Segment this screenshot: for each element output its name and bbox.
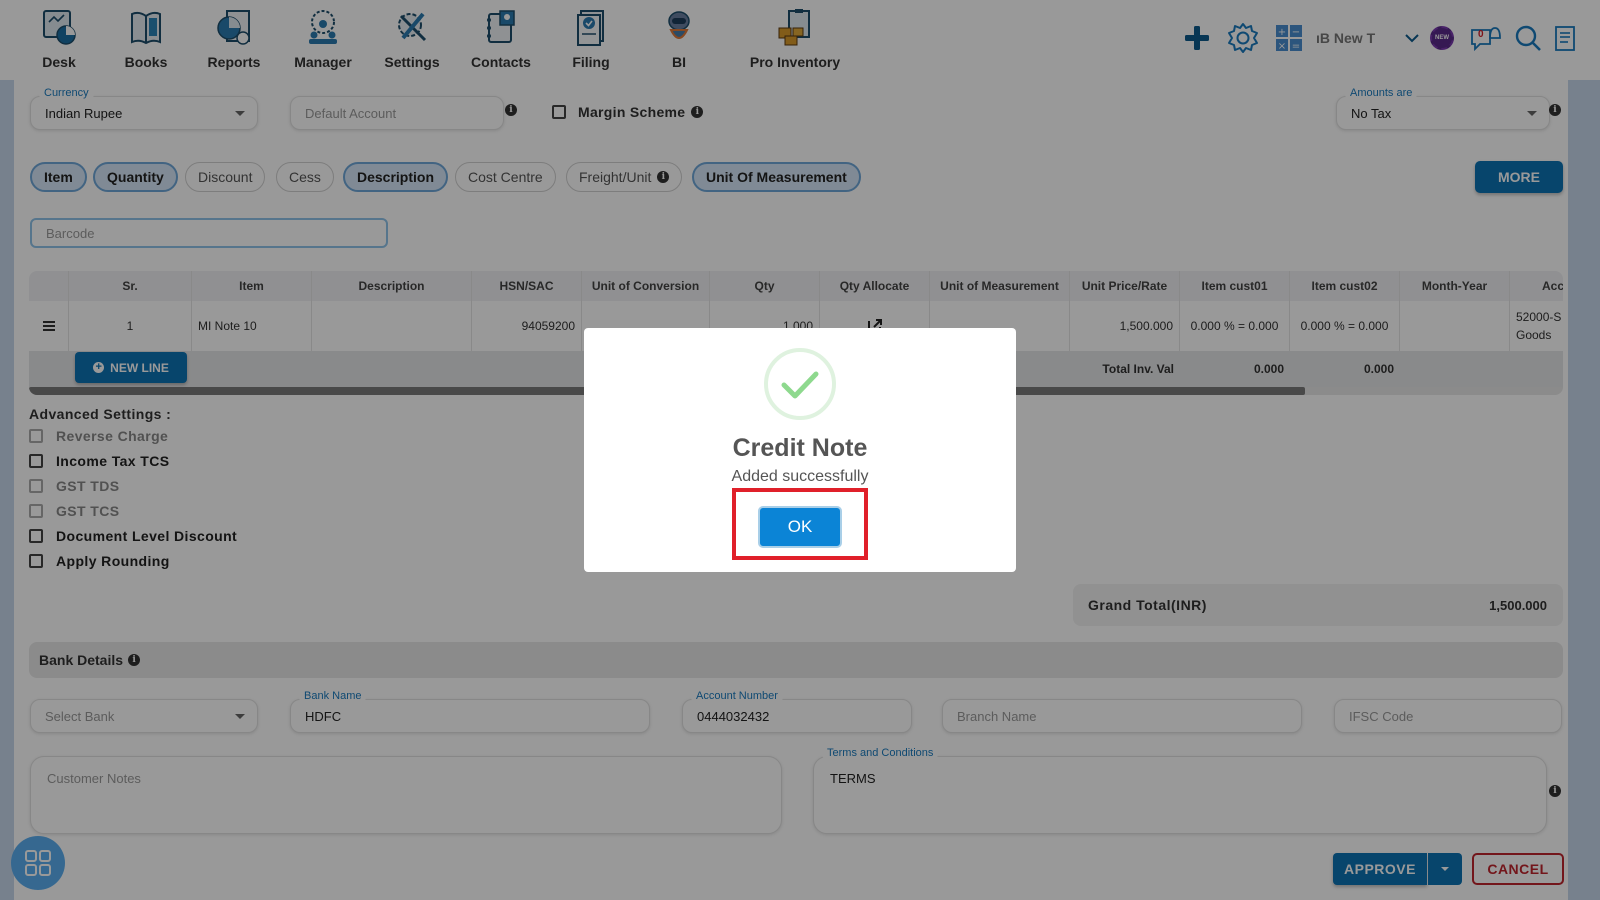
ok-button[interactable]: OK: [758, 506, 842, 548]
success-check-icon: [764, 348, 836, 420]
dialog-title: Credit Note: [732, 434, 868, 462]
success-dialog: Credit Note Added successfully OK: [584, 328, 1016, 572]
dialog-message: Added successfully: [731, 468, 869, 485]
